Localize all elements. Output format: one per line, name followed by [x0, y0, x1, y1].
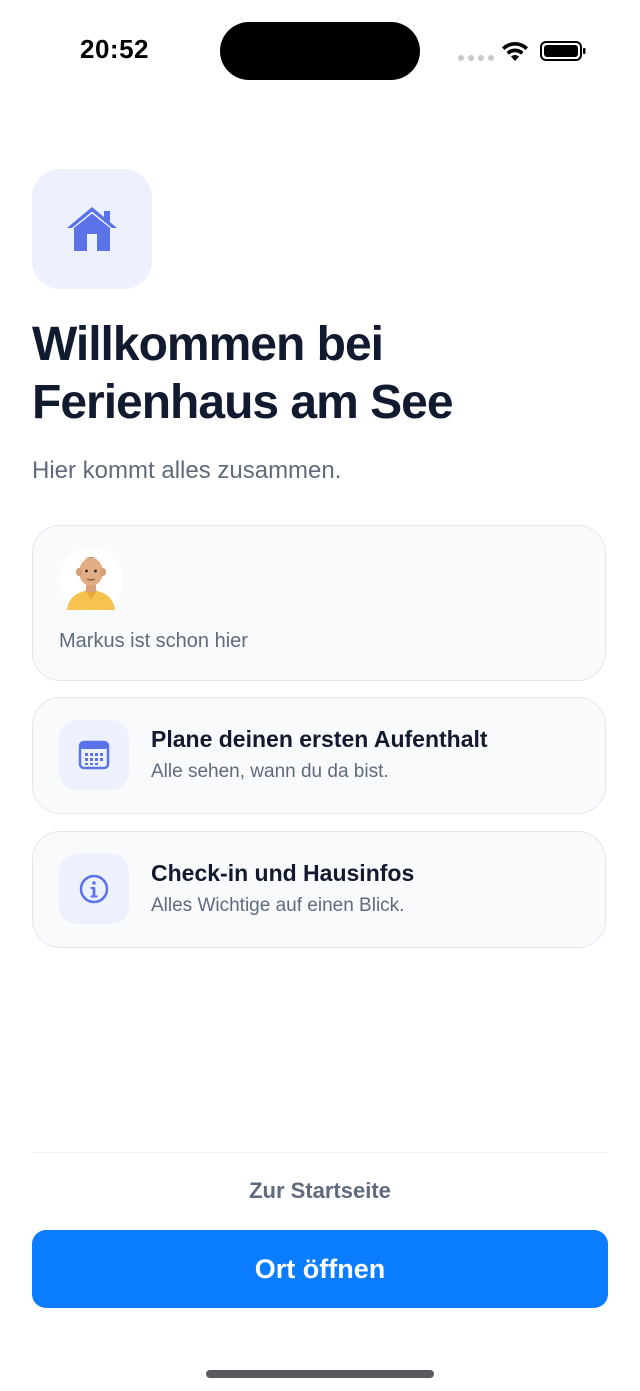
wifi-icon: [502, 41, 528, 61]
status-time: 20:52: [80, 34, 149, 64]
page-title: Willkommen bei Ferienhaus am See: [32, 318, 454, 429]
cellular-signal-icon: [458, 55, 494, 61]
member-status-text: Markus ist schon hier: [59, 630, 248, 652]
plan-stay-subtitle: Alle sehen, wann du da bist.: [151, 761, 389, 782]
home-indicator[interactable]: [206, 1370, 434, 1378]
plan-stay-icon-tile: [59, 720, 129, 790]
checkin-info-card[interactable]: Check-in und Hausinfos Alles Wichtige au…: [32, 831, 606, 948]
calendar-icon: [78, 740, 110, 770]
dynamic-island: [220, 22, 420, 80]
page-subtitle: Hier kommt alles zusammen.: [32, 457, 342, 484]
info-icon: [79, 874, 109, 904]
open-place-button[interactable]: Ort öffnen: [32, 1230, 608, 1308]
plan-stay-card[interactable]: Plane deinen ersten Aufenthalt Alle sehe…: [32, 697, 606, 814]
status-bar: 20:52: [0, 0, 640, 100]
house-icon: [67, 207, 117, 251]
footer-divider: [32, 1152, 608, 1153]
checkin-info-subtitle: Alles Wichtige auf einen Blick.: [151, 895, 405, 916]
members-card: Markus ist schon hier: [32, 525, 606, 681]
go-home-button[interactable]: Zur Startseite: [0, 1178, 640, 1204]
app-logo: [32, 169, 152, 289]
person-avatar[interactable]: [59, 548, 123, 612]
plan-stay-title: Plane deinen ersten Aufenthalt: [151, 726, 488, 752]
checkin-info-title: Check-in und Hausinfos: [151, 860, 415, 886]
battery-icon: [540, 41, 586, 61]
checkin-info-icon-tile: [59, 854, 129, 924]
